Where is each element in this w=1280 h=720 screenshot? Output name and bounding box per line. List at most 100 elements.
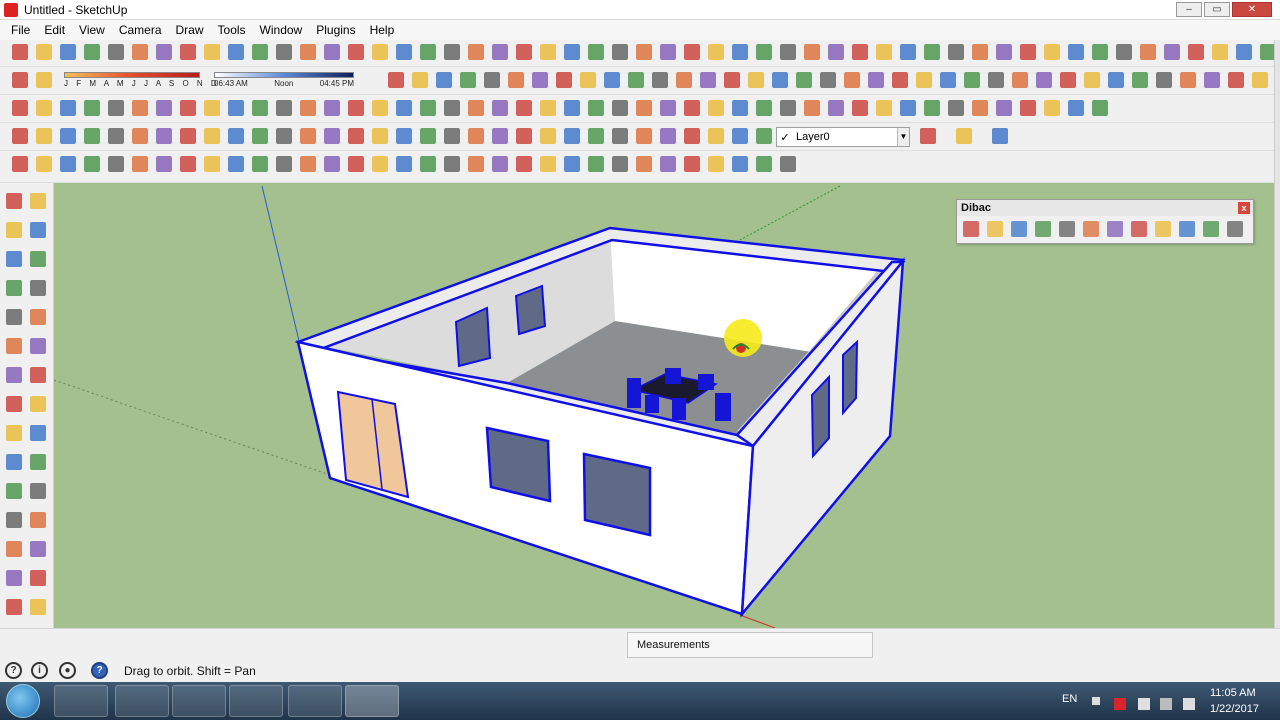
eraser-icon[interactable]: [30, 222, 46, 238]
wall-icon[interactable]: [963, 221, 979, 237]
row1-tool-icon-30[interactable]: [732, 44, 748, 60]
row5-tool-icon-5[interactable]: [132, 156, 148, 172]
row5-tool-icon-13[interactable]: [324, 156, 340, 172]
rotate-icon[interactable]: [6, 367, 22, 383]
right-scroll-strip[interactable]: [1274, 40, 1280, 630]
row3-tool-icon-21[interactable]: [516, 100, 532, 116]
row2b-tool-icon-9[interactable]: [604, 72, 620, 88]
menu-window[interactable]: Window: [253, 23, 310, 37]
tape-icon[interactable]: [6, 425, 22, 441]
row4-tool-icon-4[interactable]: [108, 128, 124, 144]
row1-tool-icon-4[interactable]: [108, 44, 124, 60]
row2b-tool-icon-2[interactable]: [436, 72, 452, 88]
row1-tool-icon-50[interactable]: [1212, 44, 1228, 60]
clock-date[interactable]: 1/22/2017: [1210, 703, 1259, 715]
row1-tool-icon-28[interactable]: [684, 44, 700, 60]
volume-icon[interactable]: [1183, 698, 1195, 710]
calculator-icon[interactable]: [172, 685, 226, 717]
row5-tool-icon-24[interactable]: [588, 156, 604, 172]
row1-tool-icon-6[interactable]: [156, 44, 172, 60]
menu-draw[interactable]: Draw: [169, 23, 211, 37]
dibac-title-bar[interactable]: Dibac x: [957, 200, 1253, 216]
row5-tool-icon-2[interactable]: [60, 156, 76, 172]
row2b-tool-icon-3[interactable]: [460, 72, 476, 88]
row3-tool-icon-34[interactable]: [828, 100, 844, 116]
zoom-icon[interactable]: [6, 541, 22, 557]
row2b-tool-icon-13[interactable]: [700, 72, 716, 88]
row5-tool-icon-32[interactable]: [780, 156, 796, 172]
row3-tool-icon-22[interactable]: [540, 100, 556, 116]
menu-edit[interactable]: Edit: [37, 23, 72, 37]
minimize-button[interactable]: –: [1176, 2, 1202, 17]
menu-tools[interactable]: Tools: [211, 23, 253, 37]
row1-tool-icon-23[interactable]: [564, 44, 580, 60]
row4-tool-icon-16[interactable]: [396, 128, 412, 144]
row5-tool-icon-10[interactable]: [252, 156, 268, 172]
paint-icon[interactable]: [6, 222, 22, 238]
row5-tool-icon-8[interactable]: [204, 156, 220, 172]
protractor-icon[interactable]: [6, 454, 22, 470]
network-signal-icon[interactable]: [1138, 698, 1150, 710]
row1-tool-icon-48[interactable]: [1164, 44, 1180, 60]
row3-tool-icon-26[interactable]: [636, 100, 652, 116]
row4-tool-icon-21[interactable]: [516, 128, 532, 144]
action-center-icon[interactable]: [1160, 698, 1172, 710]
offset-icon[interactable]: [30, 396, 46, 412]
row5-tool-icon-22[interactable]: [540, 156, 556, 172]
row5-tool-icon-0[interactable]: [12, 156, 28, 172]
orbit-icon[interactable]: [6, 512, 22, 528]
row2b-tool-icon-16[interactable]: [772, 72, 788, 88]
row5-tool-icon-25[interactable]: [612, 156, 628, 172]
row3-tool-icon-12[interactable]: [300, 100, 316, 116]
row3-tool-icon-45[interactable]: [1092, 100, 1108, 116]
row5-tool-icon-7[interactable]: [180, 156, 196, 172]
row5-tool-icon-30[interactable]: [732, 156, 748, 172]
row4b-tool-icon-0[interactable]: [920, 128, 936, 144]
row5-tool-icon-4[interactable]: [108, 156, 124, 172]
menu-camera[interactable]: Camera: [112, 23, 169, 37]
row3-tool-icon-29[interactable]: [708, 100, 724, 116]
row2b-tool-icon-29[interactable]: [1084, 72, 1100, 88]
row3-tool-icon-28[interactable]: [684, 100, 700, 116]
line-icon[interactable]: [30, 251, 46, 267]
3dtext-icon[interactable]: [30, 483, 46, 499]
file-explorer-icon[interactable]: [115, 685, 169, 717]
row1-tool-icon-32[interactable]: [780, 44, 796, 60]
row5-tool-icon-31[interactable]: [756, 156, 772, 172]
row1-tool-icon-24[interactable]: [588, 44, 604, 60]
language-indicator[interactable]: EN: [1062, 693, 1077, 705]
row3-tool-icon-41[interactable]: [996, 100, 1012, 116]
row1-tool-icon-26[interactable]: [636, 44, 652, 60]
row1-tool-icon-43[interactable]: [1044, 44, 1060, 60]
row4-tool-icon-25[interactable]: [612, 128, 628, 144]
row3-tool-icon-23[interactable]: [564, 100, 580, 116]
row4-tool-icon-22[interactable]: [540, 128, 556, 144]
rectangle-icon[interactable]: [6, 251, 22, 267]
text-icon[interactable]: [30, 454, 46, 470]
move-icon[interactable]: [6, 338, 22, 354]
row2b-tool-icon-5[interactable]: [508, 72, 524, 88]
row4-tool-icon-2[interactable]: [60, 128, 76, 144]
row4-tool-icon-29[interactable]: [708, 128, 724, 144]
row3-tool-icon-15[interactable]: [372, 100, 388, 116]
row1-tool-icon-17[interactable]: [420, 44, 436, 60]
floor-icon[interactable]: [1155, 221, 1171, 237]
zoom-extents-icon[interactable]: [6, 570, 22, 586]
help-icon[interactable]: ?: [91, 662, 108, 679]
user-icon[interactable]: ●: [59, 662, 76, 679]
row5-tool-icon-29[interactable]: [708, 156, 724, 172]
row1-tool-icon-2[interactable]: [60, 44, 76, 60]
row3-tool-icon-20[interactable]: [492, 100, 508, 116]
circle-icon[interactable]: [6, 280, 22, 296]
row1-tool-icon-9[interactable]: [228, 44, 244, 60]
door-icon[interactable]: [987, 221, 1003, 237]
row5-tool-icon-15[interactable]: [372, 156, 388, 172]
row1-tool-icon-5[interactable]: [132, 44, 148, 60]
row2b-tool-icon-7[interactable]: [556, 72, 572, 88]
row3-tool-icon-0[interactable]: [12, 100, 28, 116]
row4-tool-icon-3[interactable]: [84, 128, 100, 144]
row5-tool-icon-14[interactable]: [348, 156, 364, 172]
row1-tool-icon-16[interactable]: [396, 44, 412, 60]
row2b-tool-icon-36[interactable]: [1252, 72, 1268, 88]
pan-icon[interactable]: [30, 512, 46, 528]
